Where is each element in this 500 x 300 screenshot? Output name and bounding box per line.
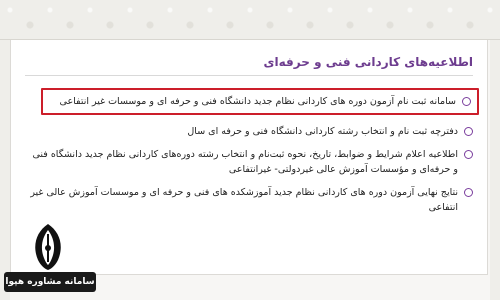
watermark-label: سامانه مشاوره هپوا — [4, 272, 96, 292]
watermark-logo: سامانه مشاوره هپوا — [4, 222, 96, 296]
pen-nib-logo-icon — [35, 224, 61, 270]
announcement-item-conditions[interactable]: اطلاعیه اعلام شرایط و ضوابط، تاریخ، نحوه… — [25, 147, 473, 177]
circle-bullet-icon — [464, 150, 473, 159]
announcement-link[interactable]: سامانه ثبت نام آزمون دوره های کاردانی نظ… — [60, 94, 456, 109]
circle-bullet-icon — [464, 127, 473, 136]
announcement-link[interactable]: نتایج نهایی آزمون دوره های کاردانی نظام … — [25, 185, 458, 215]
circle-bullet-icon — [462, 97, 471, 106]
page: اطلاعیه‌های کاردانی فنی و حرفه‌ای سامانه… — [0, 0, 500, 300]
panel-header: اطلاعیه‌های کاردانی فنی و حرفه‌ای — [25, 48, 473, 76]
announcement-list: سامانه ثبت نام آزمون دوره های کاردانی نظ… — [25, 88, 479, 223]
announcement-item-results[interactable]: نتایج نهایی آزمون دوره های کاردانی نظام … — [25, 185, 473, 215]
panel-title: اطلاعیه‌های کاردانی فنی و حرفه‌ای — [263, 54, 473, 69]
announcement-item-booklet[interactable]: دفترچه ثبت نام و انتخاب رشته کاردانی دان… — [25, 124, 473, 139]
right-rail — [490, 40, 500, 300]
announcement-link[interactable]: دفترچه ثبت نام و انتخاب رشته کاردانی دان… — [187, 124, 458, 139]
announcement-link[interactable]: اطلاعیه اعلام شرایط و ضوابط، تاریخ، نحوه… — [25, 147, 458, 177]
header-background — [0, 0, 500, 40]
announcement-item-registration[interactable]: سامانه ثبت نام آزمون دوره های کاردانی نظ… — [41, 88, 479, 115]
decorative-pattern — [0, 0, 500, 39]
circle-bullet-icon — [464, 188, 473, 197]
